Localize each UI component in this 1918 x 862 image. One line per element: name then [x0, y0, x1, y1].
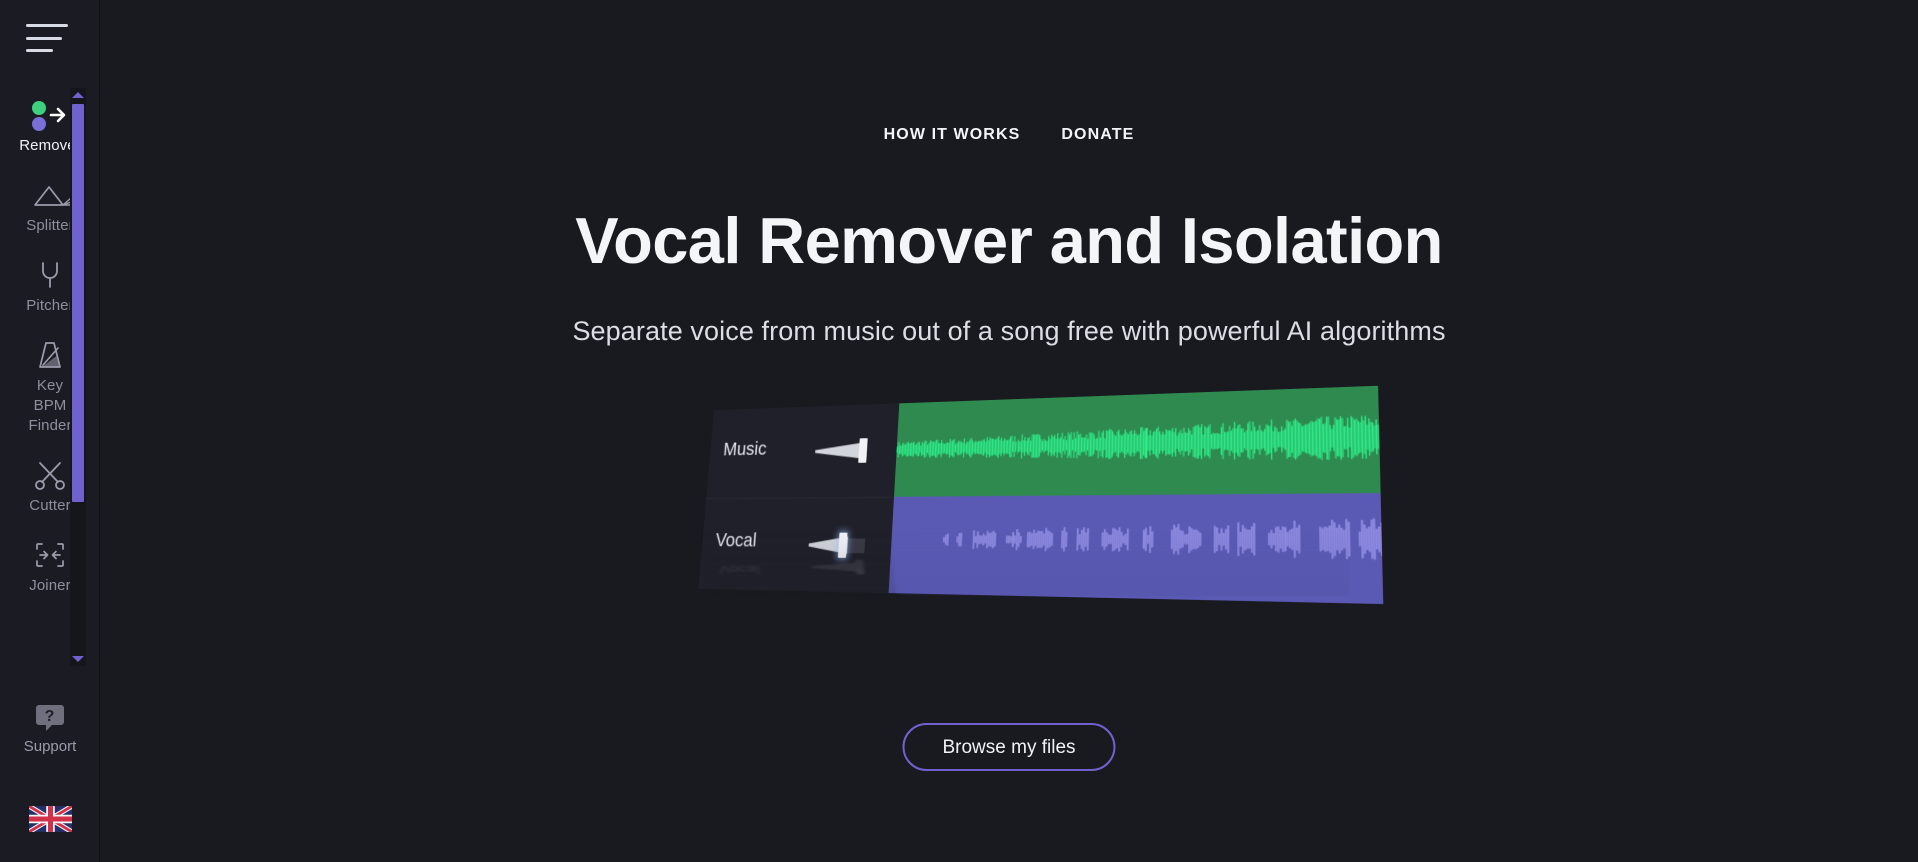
uk-flag-icon[interactable]: [29, 806, 72, 832]
nav-link-how-it-works[interactable]: HOW IT WORKS: [884, 126, 1021, 144]
audio-track-editor-illustration: Music Vocal: [669, 385, 1384, 628]
track-label-music: Music: [722, 438, 768, 460]
hamburger-line: [26, 24, 68, 27]
volume-slider-music[interactable]: [814, 438, 879, 464]
top-navigation: HOW IT WORKS DONATE: [100, 126, 1918, 144]
waveform-music: [894, 385, 1381, 497]
volume-slider-vocal[interactable]: [808, 532, 874, 559]
waveform-vocal: [888, 493, 1384, 605]
page-subtitle: Separate voice from music out of a song …: [572, 316, 1446, 346]
sidebar-scrollbar[interactable]: [70, 88, 86, 666]
chevron-up-icon[interactable]: [70, 88, 86, 102]
browse-files-button[interactable]: Browse my files: [902, 723, 1116, 771]
hamburger-menu-icon[interactable]: [26, 24, 68, 52]
question-bubble-icon: ?: [0, 700, 100, 734]
slider-track-remainder: [846, 538, 866, 554]
track-row-vocal: Vocal: [698, 496, 895, 594]
track-label-vocal: Vocal: [714, 530, 758, 552]
hamburger-line: [26, 36, 62, 40]
svg-text:?: ?: [45, 708, 55, 725]
nav-link-donate[interactable]: DONATE: [1061, 126, 1134, 144]
slider-handle[interactable]: [858, 438, 868, 463]
main-content: HOW IT WORKS DONATE Vocal Remover and Is…: [100, 0, 1918, 862]
hamburger-line: [26, 49, 53, 52]
support-label: Support: [23, 738, 77, 755]
scrollbar-thumb[interactable]: [72, 104, 84, 502]
sidebar: Remover Splitter Pitcher Key BPM Finder …: [0, 0, 100, 862]
slider-handle[interactable]: [837, 532, 848, 558]
track-row-music: Music: [706, 403, 899, 498]
track-labels-panel: Music Vocal: [698, 403, 900, 594]
page-title: Vocal Remover and Isolation: [575, 204, 1443, 277]
waveform-area: [888, 385, 1384, 605]
chevron-down-icon[interactable]: [70, 652, 86, 666]
sidebar-item-support[interactable]: ? Support: [0, 700, 100, 756]
